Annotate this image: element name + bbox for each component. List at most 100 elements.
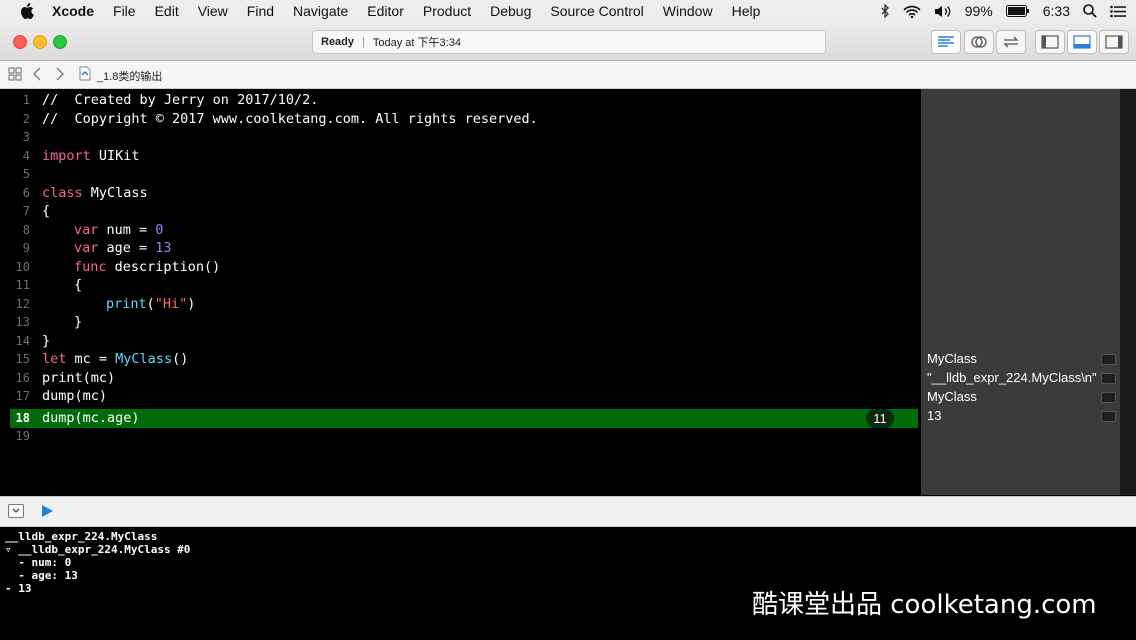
code-line: 6 class MyClass	[0, 184, 920, 203]
forward-chevron-icon[interactable]	[55, 67, 65, 81]
result-line-16: "__lldb_expr_224.MyClass\n"	[927, 370, 1097, 385]
interlocked-rings-icon	[971, 36, 987, 48]
code-text: {	[74, 277, 83, 293]
close-window-button[interactable]	[13, 35, 27, 49]
code-line: 8 var num = 0	[0, 221, 920, 240]
menu-navigate[interactable]: Navigate	[293, 3, 348, 19]
code-text: let mc = MyClass()	[42, 350, 188, 369]
apple-menu-icon[interactable]	[20, 3, 34, 19]
code-line: 13 }	[0, 313, 920, 332]
bluetooth-icon[interactable]	[880, 4, 890, 18]
toggle-navigator-button[interactable]	[1035, 30, 1065, 54]
code-text: }	[42, 332, 51, 349]
wifi-icon[interactable]	[903, 5, 921, 18]
code-fragment: (	[146, 295, 155, 312]
left-panel-icon	[1041, 35, 1059, 49]
menu-edit[interactable]: Edit	[155, 3, 179, 19]
keyword: let	[42, 351, 67, 367]
execution-count-badge[interactable]: 11	[866, 409, 894, 428]
code-text: func description()	[74, 258, 220, 277]
menu-app-xcode[interactable]: Xcode	[52, 3, 94, 19]
console-line: - age: 13	[5, 569, 78, 582]
zoom-window-button[interactable]	[53, 35, 67, 49]
source-editor[interactable]: 1 // Created by Jerry on 2017/10/2. 2 //…	[0, 89, 920, 495]
result-line-17: MyClass	[927, 389, 977, 404]
code-text: // Copyright © 2017 www.coolketang.com. …	[42, 110, 538, 127]
standard-editor-button[interactable]	[931, 30, 961, 54]
keyword: import	[42, 147, 91, 164]
menu-editor[interactable]: Editor	[367, 3, 404, 19]
line-number: 11	[15, 278, 30, 292]
code-line: 2 // Copyright © 2017 www.coolketang.com…	[0, 110, 920, 129]
menu-product[interactable]: Product	[423, 3, 471, 19]
function-call: print	[106, 295, 147, 312]
menu-file[interactable]: File	[113, 3, 136, 19]
toggle-inspector-button[interactable]	[1099, 30, 1129, 54]
menu-view[interactable]: View	[198, 3, 228, 19]
menu-find[interactable]: Find	[247, 3, 274, 19]
status-ready: Ready	[321, 36, 355, 48]
console-line: - 13	[5, 582, 32, 595]
code-fragment: MyClass	[82, 184, 148, 201]
menu-debug[interactable]: Debug	[490, 3, 531, 19]
toggle-debug-area-button[interactable]	[1067, 30, 1097, 54]
volume-icon[interactable]	[934, 5, 952, 18]
line-number: 13	[15, 315, 30, 329]
back-chevron-icon[interactable]	[32, 67, 42, 81]
window-toolbar: Ready | Today at 下午3:34	[0, 22, 1136, 61]
minimize-window-button[interactable]	[33, 35, 47, 49]
console-line: ▿ __lldb_expr_224.MyClass #0	[5, 543, 191, 556]
align-lines-icon	[938, 36, 954, 47]
quick-look-button[interactable]	[1101, 392, 1116, 403]
chevron-down-icon	[12, 508, 20, 513]
related-items-grid-icon[interactable]	[8, 67, 22, 81]
notification-center-icon[interactable]	[1110, 5, 1126, 18]
code-text: {	[42, 203, 51, 219]
quick-look-button[interactable]	[1101, 373, 1116, 384]
line-number: 2	[22, 111, 30, 126]
status-time: Today at 下午3:34	[372, 37, 461, 49]
menu-help[interactable]: Help	[732, 3, 761, 19]
clock[interactable]: 6:33	[1043, 3, 1070, 19]
line-number: 18	[15, 411, 30, 425]
line-number: 4	[22, 148, 30, 163]
debug-bar	[0, 496, 1136, 527]
console-line: __lldb_expr_224.MyClass	[5, 530, 158, 543]
menu-window[interactable]: Window	[663, 3, 713, 19]
activity-status: Ready | Today at 下午3:34	[312, 30, 826, 54]
number-literal: 0	[155, 221, 164, 238]
status-separator: |	[362, 36, 365, 48]
line-number: 7	[22, 204, 30, 218]
line-number: 1	[22, 93, 30, 107]
line-number: 5	[22, 167, 30, 181]
spotlight-search-icon[interactable]	[1083, 4, 1097, 18]
code-text: var age = 13	[74, 239, 172, 258]
quick-look-button[interactable]	[1101, 354, 1116, 365]
version-editor-button[interactable]	[996, 30, 1026, 54]
code-line: 17 dump(mc)	[0, 387, 920, 406]
battery-icon[interactable]	[1005, 5, 1030, 17]
hide-debug-area-button[interactable]	[8, 504, 24, 518]
code-text: // Created by Jerry on 2017/10/2.	[42, 92, 319, 108]
code-line: 9 var age = 13	[0, 239, 920, 258]
quick-look-button[interactable]	[1101, 411, 1116, 422]
code-fragment: age =	[98, 240, 156, 256]
keyword: var	[74, 240, 99, 256]
editor-scroll-strip[interactable]	[1120, 89, 1136, 495]
play-run-icon[interactable]	[41, 504, 54, 518]
line-number: 19	[15, 429, 30, 443]
jump-bar-file[interactable]: _1.8类的输出	[97, 68, 162, 84]
code-line: 5	[0, 165, 920, 184]
code-text: dump(mc)	[42, 388, 108, 404]
menu-source-control[interactable]: Source Control	[550, 3, 643, 19]
menu-bar: Xcode File Edit View Find Navigate Edito…	[0, 0, 1136, 22]
code-line: 3	[0, 128, 920, 147]
code-text: print("Hi")	[106, 295, 195, 314]
keyword: var	[74, 221, 99, 238]
line-number: 9	[22, 241, 30, 255]
line-number: 10	[15, 259, 30, 274]
code-text: dump(mc.age)	[42, 410, 140, 426]
console-line: - num: 0	[5, 556, 72, 569]
assistant-editor-button[interactable]	[964, 30, 994, 54]
line-number: 12	[15, 296, 30, 311]
